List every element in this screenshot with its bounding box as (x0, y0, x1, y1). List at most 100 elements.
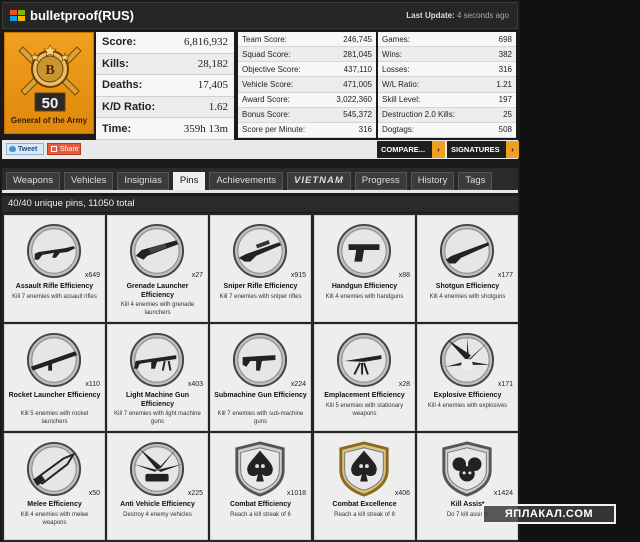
tab-vehicles[interactable]: Vehicles (63, 172, 114, 190)
pin-count: x171 (497, 381, 513, 388)
tweet-button[interactable]: Tweet (6, 143, 44, 155)
tab-insignias[interactable]: Insignias (117, 172, 169, 190)
stat-label: W/L Ratio: (382, 79, 420, 89)
pin-card[interactable]: x1018 Combat Efficiency Reach a kill strea… (210, 433, 311, 540)
emplacement-gun-icon (334, 332, 394, 388)
compare-button[interactable]: COMPARE... › (377, 141, 445, 158)
pin-title: Light Machine Gun Efficiency (126, 392, 189, 408)
pin-title: Combat Excellence (332, 501, 397, 508)
pin-card[interactable]: x27 Grenade Launcher Efficiency Kill 4 ene… (107, 215, 208, 322)
stat-row: Time: 359h 13m (96, 118, 234, 140)
pins-grid: x649 Assault Rifle Efficiency Kill 7 enemi… (2, 213, 518, 542)
pin-title: Emplacement Efficiency (324, 392, 405, 399)
stat-value: 197 (498, 95, 512, 105)
skulls-icon (437, 441, 497, 497)
stat-row: W/L Ratio: 1.21 (378, 77, 516, 93)
stats-column-2: Games: 698 Wins: 382 Losses: 316 W/L Ratio: 1.2… (378, 32, 516, 138)
tab-vietnam[interactable]: VIETNAM (287, 172, 351, 190)
pin-count: x110 (85, 381, 100, 388)
tab-weapons[interactable]: Weapons (6, 172, 60, 190)
handgun-icon (334, 223, 394, 279)
pin-count: x649 (84, 272, 100, 279)
pin-description: Reach a kill streak of 8 (334, 512, 395, 518)
pin-card[interactable]: x915 Sniper Rifle Efficiency Kill 7 enemie… (210, 215, 311, 322)
share-icon (51, 146, 57, 152)
svg-text:B: B (45, 63, 54, 78)
pin-description: Kill 5 enemies with rocket launchers (20, 411, 89, 425)
stat-value: 382 (498, 49, 512, 59)
pin-count: x1424 (493, 490, 513, 497)
rifle-icon (24, 223, 84, 279)
pin-card[interactable]: x88 Handgun Efficiency Kill 4 enemies with… (314, 215, 415, 322)
pin-card[interactable]: x28 Emplacement Efficiency Kill 5 enemies … (314, 324, 415, 431)
pin-description: Kill 7 enemies with assault rifles (12, 294, 97, 300)
tab-pins[interactable]: Pins (172, 172, 206, 190)
stat-label: Time: (102, 122, 132, 135)
profile-header: bulletproof(RUS) Last Update: 4 seconds … (2, 2, 518, 29)
background-right (520, 0, 640, 542)
arrow-right-icon: › (506, 141, 519, 158)
pin-count: x28 (398, 381, 410, 388)
stat-value: 698 (498, 34, 512, 44)
pin-title: Sniper Rifle Efficiency (223, 283, 298, 290)
rank-emblem-icon: B 50 (18, 44, 82, 112)
stat-row: Award Score: 3,022,360 (238, 92, 376, 108)
pin-card[interactable]: x224 Submachine Gun Efficiency Kill 7 enem… (210, 324, 311, 431)
pin-card[interactable]: x177 Shotgun Efficiency Kill 4 enemies wit… (417, 215, 518, 322)
stat-label: Losses: (382, 64, 410, 74)
pin-count: x88 (398, 272, 410, 279)
stat-value: 28,182 (197, 57, 228, 70)
pin-card[interactable]: x171 Explosive Efficiency Kill 4 enemies w… (417, 324, 518, 431)
stat-label: Destruction 2.0 Kills: (382, 110, 455, 120)
stat-label: Score: (102, 36, 137, 49)
share-button[interactable]: Share (47, 143, 81, 155)
stat-label: Objective Score: (242, 64, 301, 74)
stat-row: Kills: 28,182 (96, 54, 234, 76)
pin-description: Kill 4 enemies with grenade launchers (120, 302, 195, 316)
stat-label: K/D Ratio: (102, 101, 156, 114)
stat-label: Award Score: (242, 95, 290, 105)
pin-card[interactable]: x649 Assault Rifle Efficiency Kill 7 enemi… (4, 215, 105, 322)
pin-card[interactable]: x225 Anti Vehicle Efficiency Destroy 4 ene… (107, 433, 208, 540)
pin-description: Reach a kill streak of 6 (230, 512, 291, 518)
pin-card[interactable]: x406 Combat Excellence Reach a kill streak… (314, 433, 415, 540)
stat-value: 545,372 (343, 110, 372, 120)
pin-count: x403 (187, 381, 203, 388)
arrow-right-icon: › (432, 141, 445, 158)
shotgun-icon (437, 223, 497, 279)
stat-label: Skill Level: (382, 95, 421, 105)
machine-gun-icon (127, 332, 187, 388)
pin-description: Kill 5 enemies with stationary weapons (325, 403, 404, 417)
stat-row: Score per Minute: 316 (238, 122, 376, 138)
pin-card[interactable]: x110 Rocket Launcher Efficiency Kill 5 ene… (4, 324, 105, 431)
pin-description: Destroy 4 enemy vehicles (123, 512, 192, 518)
grenade-launcher-icon (127, 223, 187, 279)
pin-title: Melee Efficiency (27, 501, 82, 508)
pin-description: Kill 7 enemies with sniper rifles (219, 294, 302, 300)
signatures-button[interactable]: SIGNATURES › (447, 141, 519, 158)
tab-progress[interactable]: Progress (354, 172, 407, 190)
pin-description: Kill 7 enemies with light machine guns (114, 411, 201, 425)
pin-card[interactable]: x403 Light Machine Gun Efficiency Kill 7 e… (107, 324, 208, 431)
stat-row: K/D Ratio: 1.62 (96, 97, 234, 119)
stat-row: Squad Score: 281,045 (238, 47, 376, 63)
stat-value: 6,816,932 (184, 36, 228, 49)
pin-count: x224 (290, 381, 306, 388)
stat-value: 437,110 (343, 64, 372, 74)
stat-row: Team Score: 246,745 (238, 32, 376, 48)
pin-count: x27 (191, 272, 203, 279)
stat-value: 281,045 (343, 49, 372, 59)
stat-row: Destruction 2.0 Kills: 25 (378, 108, 516, 123)
pin-title: Anti Vehicle Efficiency (120, 501, 195, 508)
tab-tags[interactable]: Tags (458, 172, 493, 190)
action-bar: Tweet Share COMPARE... › SIGNATURES › (2, 140, 519, 159)
pin-count: x915 (290, 272, 306, 279)
stat-value: 1.21 (496, 79, 512, 89)
pin-card[interactable]: x50 Melee Efficiency Kill 4 enemies with m… (4, 433, 105, 540)
pin-title: Grenade Launcher Efficiency (126, 283, 189, 299)
pin-count: x50 (88, 490, 100, 497)
tab-achievements[interactable]: Achievements (209, 172, 284, 190)
stat-value: 316 (498, 64, 512, 74)
tab-history[interactable]: History (410, 172, 455, 190)
skull-spade-icon (230, 441, 290, 497)
